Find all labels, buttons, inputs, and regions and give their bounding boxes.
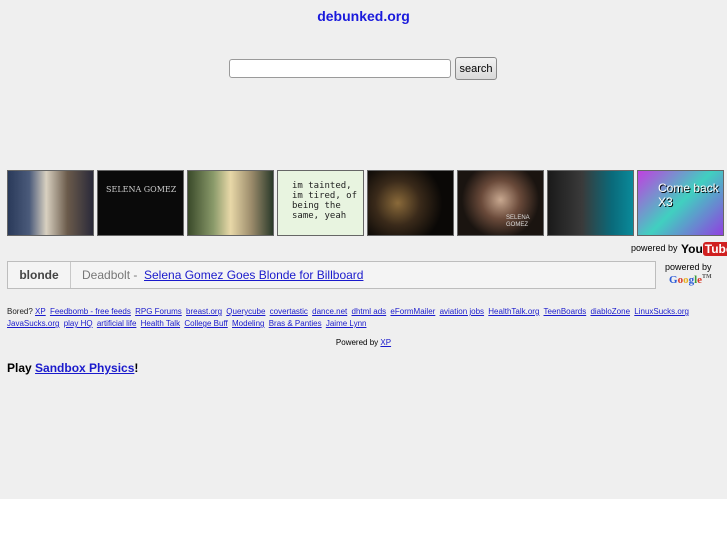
partner-link[interactable]: aviation jobs <box>440 307 484 316</box>
play-suffix: ! <box>134 361 139 375</box>
powered-by-footer: Powered by XP <box>0 338 727 347</box>
video-thumbnail-5[interactable] <box>367 170 454 236</box>
youtube-logo-you: You <box>681 242 703 256</box>
powered-by-label: Powered by <box>335 338 379 347</box>
video-thumbnail-3[interactable] <box>187 170 274 236</box>
partner-link[interactable]: play HQ <box>64 319 93 328</box>
video-thumbnail-4[interactable]: im tainted, im tired, of being the same,… <box>277 170 364 236</box>
links-intro: Bored? <box>7 307 33 316</box>
video-thumbnail-6[interactable]: SELENA GOMEZ <box>457 170 544 236</box>
sandbox-physics-link[interactable]: Sandbox Physics <box>35 361 134 375</box>
partner-link[interactable]: Feedbomb - free feeds <box>50 307 131 316</box>
google-logo[interactable]: GoogleTM <box>669 274 712 286</box>
youtube-powered-by-label: powered by <box>631 243 678 253</box>
thumbnail-overlay-text: SELENA GOMEZ <box>106 185 177 194</box>
partner-link[interactable]: Querycube <box>226 307 265 316</box>
play-prefix: Play <box>7 361 32 375</box>
partner-link[interactable]: JavaSucks.org <box>7 319 59 328</box>
partner-link[interactable]: diabloZone <box>590 307 630 316</box>
partner-link[interactable]: dhtml ads <box>352 307 387 316</box>
video-tag-label: blonde <box>8 262 71 288</box>
partner-link[interactable]: covertastic <box>270 307 308 316</box>
thumbnail-overlay-text: im tainted, im tired, of being the same,… <box>292 181 358 221</box>
thumbnail-overlay-text: Come back X3 <box>658 181 719 209</box>
video-thumbnail-1[interactable] <box>7 170 94 236</box>
partner-link[interactable]: eFormMailer <box>390 307 435 316</box>
google-logo-tm: TM <box>702 274 712 280</box>
partner-link[interactable]: breast.org <box>186 307 222 316</box>
video-thumbnail-7[interactable] <box>547 170 634 236</box>
play-promo: Play Sandbox Physics! <box>7 361 138 375</box>
partner-link[interactable]: College Buff <box>184 319 227 328</box>
partner-link[interactable]: Jaime Lynn <box>326 319 367 328</box>
thumbnail-overlay-text: SELENA GOMEZ <box>506 215 530 228</box>
partner-link[interactable]: dance.net <box>312 307 347 316</box>
video-thumbnail-8[interactable]: Come back X3 <box>637 170 724 236</box>
partner-links: Bored? XP Feedbomb - free feeds RPG Foru… <box>7 306 722 330</box>
video-author: Deadbolt - <box>82 268 138 282</box>
search-input[interactable] <box>229 59 451 78</box>
partner-link[interactable]: TeenBoards <box>544 307 587 316</box>
search-button[interactable]: search <box>455 57 497 80</box>
video-thumbnail-2[interactable]: SELENA GOMEZ <box>97 170 184 236</box>
xp-link[interactable]: XP <box>380 338 391 347</box>
partner-link[interactable]: HealthTalk.org <box>488 307 539 316</box>
partner-link[interactable]: XP <box>35 307 46 316</box>
partner-link[interactable]: Health Talk <box>141 319 180 328</box>
google-powered-by-label: powered by <box>665 262 712 272</box>
page-background: debunked.org search SELENA GOMEZ im tain… <box>0 0 727 499</box>
site-title-link[interactable]: debunked.org <box>0 8 727 24</box>
video-info-bar: blonde Deadbolt - Selena Gomez Goes Blon… <box>7 261 656 289</box>
youtube-logo[interactable]: YouTube <box>681 240 727 259</box>
youtube-logo-tube: Tube <box>702 242 727 256</box>
video-title-link[interactable]: Selena Gomez Goes Blonde for Billboard <box>144 262 363 288</box>
partner-link[interactable]: RPG Forums <box>135 307 182 316</box>
google-logo-letter: G <box>669 274 678 286</box>
partner-link[interactable]: Bras & Panties <box>269 319 322 328</box>
partner-link[interactable]: artificial life <box>97 319 137 328</box>
partner-link[interactable]: Modeling <box>232 319 264 328</box>
partner-link[interactable]: LinuxSucks.org <box>634 307 689 316</box>
video-thumbnail-strip: SELENA GOMEZ im tainted, im tired, of be… <box>7 170 727 238</box>
